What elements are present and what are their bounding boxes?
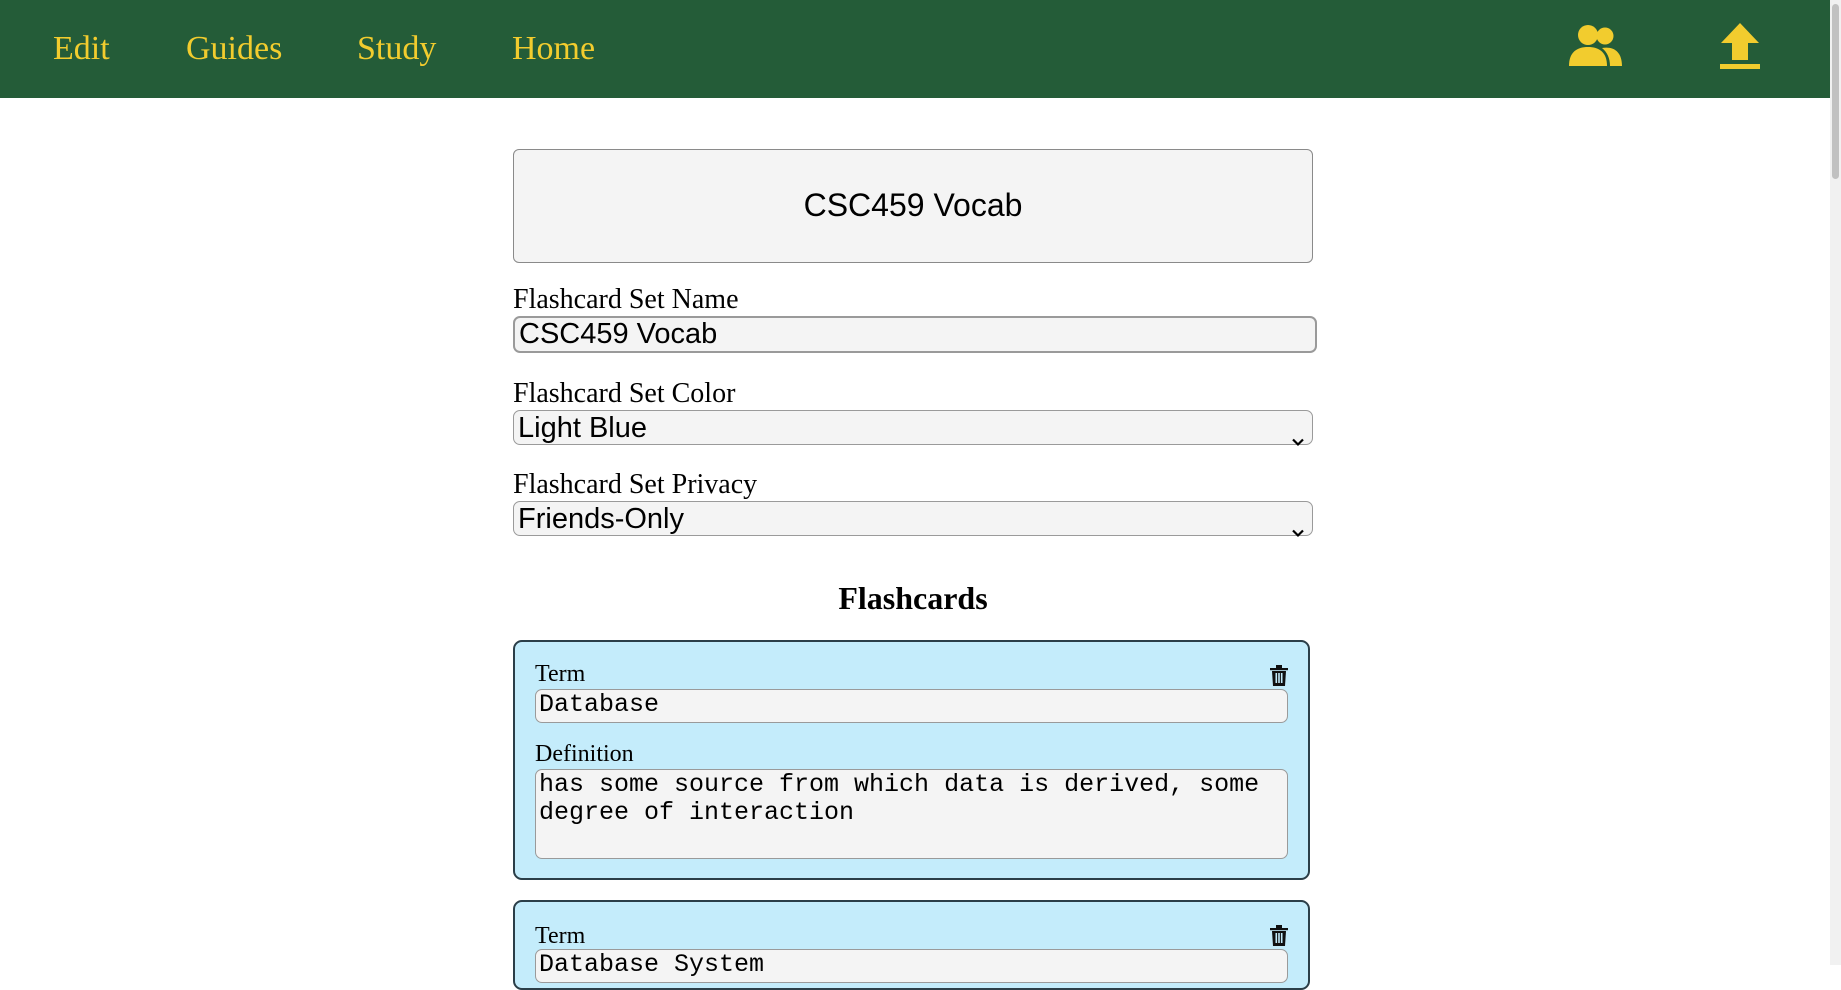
set-color-value: Light Blue — [518, 412, 647, 444]
set-color-select[interactable]: Light Blue — [513, 410, 1313, 447]
trash-icon[interactable] — [1270, 665, 1288, 691]
nav-home-link[interactable]: Home — [512, 28, 595, 70]
set-color-label: Flashcard Set Color — [513, 378, 736, 409]
set-privacy-value: Friends-Only — [518, 503, 684, 535]
definition-input[interactable]: has some source from which data is deriv… — [535, 769, 1288, 859]
upload-icon[interactable] — [1720, 23, 1760, 75]
set-privacy-label: Flashcard Set Privacy — [513, 469, 758, 500]
set-name-label: Flashcard Set Name — [513, 284, 739, 315]
flashcard: Term Database Definition has some source… — [513, 640, 1310, 880]
nav-study-link[interactable]: Study — [357, 28, 436, 70]
people-icon[interactable] — [1567, 24, 1623, 73]
set-name-input[interactable]: CSC459 Vocab — [513, 316, 1317, 353]
set-privacy-select[interactable]: Friends-Only — [513, 501, 1313, 538]
flashcard: Term Database System — [513, 900, 1310, 990]
scrollbar-thumb[interactable] — [1832, 4, 1839, 179]
page-scrollbar[interactable] — [1830, 0, 1841, 965]
nav-guides-link[interactable]: Guides — [186, 28, 282, 70]
term-input[interactable]: Database System — [535, 949, 1288, 983]
top-nav-bar: Edit Guides Study Home — [0, 0, 1830, 98]
set-title: CSC459 Vocab — [803, 187, 1023, 223]
term-label: Term — [535, 923, 586, 949]
set-title-box: CSC459 Vocab — [513, 149, 1313, 263]
chevron-down-icon — [1292, 422, 1304, 455]
nav-edit-link[interactable]: Edit — [53, 28, 110, 70]
trash-icon[interactable] — [1270, 925, 1288, 951]
term-input[interactable]: Database — [535, 689, 1288, 723]
definition-label: Definition — [535, 741, 634, 767]
term-label: Term — [535, 661, 586, 687]
flashcards-heading: Flashcards — [838, 580, 988, 616]
chevron-down-icon — [1292, 513, 1304, 546]
